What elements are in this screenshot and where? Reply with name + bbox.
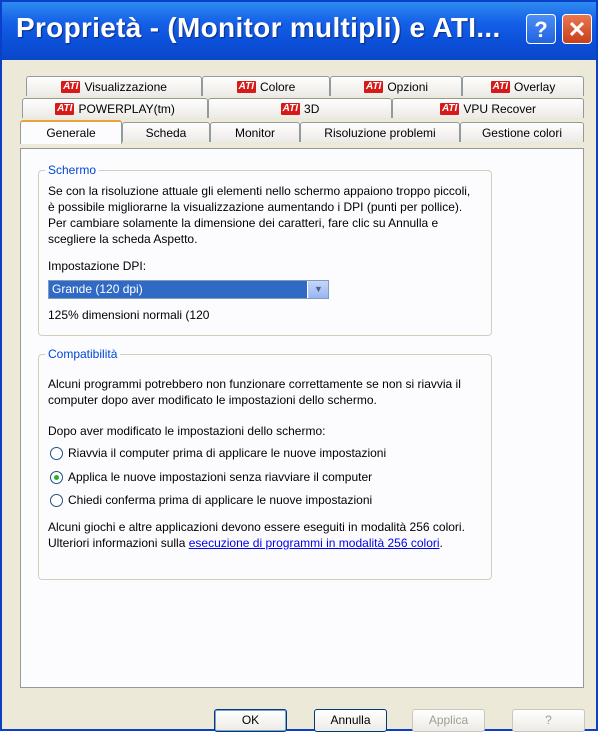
radio-applica[interactable]: [50, 471, 63, 484]
tab-label: Scheda: [145, 125, 187, 140]
ok-button[interactable]: OK: [214, 709, 287, 732]
ati-logo-icon: ATI: [439, 102, 460, 115]
ati-logo-icon: ATI: [61, 80, 81, 93]
ati-logo-icon: ATI: [363, 80, 384, 93]
tab-3d[interactable]: ATI 3D: [208, 98, 392, 118]
after-change-label: Dopo aver modificato le impostazioni del…: [48, 424, 326, 438]
title-bar[interactable]: Proprietà - (Monitor multipli) e ATI... …: [2, 2, 596, 60]
tab-label: 3D: [304, 101, 320, 116]
radio-riavvia-label[interactable]: Riavvia il computer prima di applicare l…: [68, 445, 386, 461]
dpi-label: Impostazione DPI:: [48, 259, 147, 273]
compat-legend: Compatibilità: [45, 347, 121, 361]
tab-label: Risoluzione problemi: [324, 125, 436, 140]
apply-button[interactable]: Applica: [412, 709, 485, 732]
tab-visualizzazione[interactable]: ATI Visualizzazione: [26, 76, 202, 96]
ati-logo-icon: ATI: [236, 80, 256, 93]
help-button[interactable]: ?: [512, 709, 585, 732]
chevron-down-icon[interactable]: ▼: [308, 281, 328, 298]
help-icon[interactable]: ?: [526, 14, 556, 44]
tab-label: VPU Recover: [463, 101, 537, 116]
tab-generale[interactable]: Generale: [20, 120, 122, 144]
tab-label: Monitor: [234, 125, 275, 140]
ati-logo-icon: ATI: [490, 80, 511, 93]
tab-label: Colore: [260, 79, 296, 94]
radio-chiedi[interactable]: [50, 494, 63, 507]
tab-opzioni[interactable]: ATI Opzioni: [330, 76, 462, 96]
radio-applica-label[interactable]: Applica le nuove impostazioni senza riav…: [68, 469, 372, 485]
tab-label: Generale: [46, 126, 96, 140]
tab-gestione-colori[interactable]: Gestione colori: [460, 122, 584, 142]
properties-window: Proprietà - (Monitor multipli) e ATI... …: [0, 0, 598, 732]
radio-chiedi-label[interactable]: Chiedi conferma prima di applicare le nu…: [68, 492, 372, 508]
compat-footer-end: .: [439, 536, 443, 550]
window-title: Proprietà - (Monitor multipli) e ATI...: [16, 12, 501, 43]
dpi-note: 125% dimensioni normali (120: [48, 308, 210, 322]
help-link-256-colors[interactable]: esecuzione di programmi in modalità 256 …: [189, 536, 440, 550]
tab-risoluzione-problemi[interactable]: Risoluzione problemi: [300, 122, 460, 142]
dpi-select[interactable]: Grande (120 dpi) ▼: [48, 280, 329, 299]
tab-overlay[interactable]: ATI Overlay: [462, 76, 584, 96]
tab-monitor[interactable]: Monitor: [210, 122, 300, 142]
compat-footer: Alcuni giochi e altre applicazioni devon…: [48, 519, 480, 551]
compat-description: Alcuni programmi potrebbero non funziona…: [48, 377, 461, 407]
schermo-legend: Schermo: [45, 163, 100, 177]
radio-riavvia[interactable]: [50, 447, 63, 460]
tab-powerplay[interactable]: ATI POWERPLAY(tm): [22, 98, 208, 118]
ati-logo-icon: ATI: [55, 102, 75, 115]
tab-scheda[interactable]: Scheda: [122, 122, 210, 142]
tab-label: POWERPLAY(tm): [78, 101, 175, 116]
close-icon[interactable]: ✕: [562, 14, 592, 44]
schermo-description: Se con la risoluzione attuale gli elemen…: [48, 184, 471, 246]
tab-label: Opzioni: [387, 79, 429, 94]
tab-label: Visualizzazione: [84, 79, 167, 94]
ati-logo-icon: ATI: [280, 102, 301, 115]
tab-label: Gestione colori: [481, 125, 563, 140]
cancel-button[interactable]: Annulla: [314, 709, 387, 732]
dpi-select-value: Grande (120 dpi): [49, 281, 307, 298]
tab-label: Overlay: [514, 79, 556, 94]
tab-vpu-recover[interactable]: ATI VPU Recover: [392, 98, 584, 118]
tab-colore[interactable]: ATI Colore: [202, 76, 330, 96]
